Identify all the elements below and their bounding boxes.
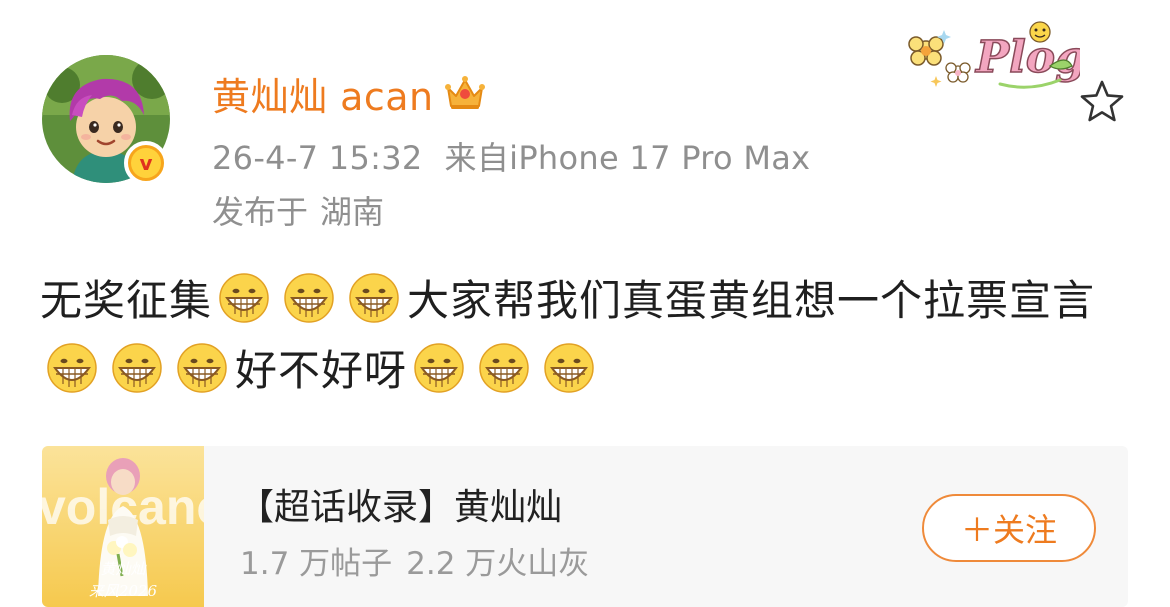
post-text: 无奖征集 大家帮我们真蛋黄组想一个拉票宣言好不好呀 bbox=[40, 266, 1140, 406]
crown-icon[interactable] bbox=[444, 74, 486, 112]
plog-sticker-icon: Plog bbox=[908, 21, 1080, 89]
grinning-emoji-icon bbox=[111, 342, 163, 394]
post-text-segment: 好不好呀 bbox=[235, 346, 408, 395]
post-meta: 26-4-7 15:32 来自iPhone 17 Pro Max bbox=[212, 133, 810, 179]
svg-text:Plog: Plog bbox=[974, 32, 1080, 83]
supertopic-stats: 1.7 万帖子 2.2 万火山灰 bbox=[240, 538, 589, 583]
grinning-emoji-icon bbox=[543, 342, 595, 394]
verified-v-badge-icon: v bbox=[124, 141, 168, 185]
post-location: 发布于 湖南 bbox=[212, 187, 384, 233]
supertopic-thumbnail: volcano 黄灿灿 来风2026 bbox=[42, 446, 204, 607]
thumb-caption-1: 黄灿灿 bbox=[100, 560, 147, 578]
grinning-emoji-icon bbox=[283, 272, 335, 324]
supertopic-title[interactable]: 【超话收录】黄灿灿 bbox=[238, 478, 562, 530]
location-prefix: 发布于 bbox=[212, 193, 309, 231]
supertopic-card[interactable]: volcano 黄灿灿 来风2026 【超话收录】黄灿灿 1.7 万帖子 2.2 … bbox=[42, 446, 1128, 607]
posts-count: 1.7 万帖子 bbox=[240, 546, 393, 582]
grinning-emoji-icon bbox=[413, 342, 465, 394]
grinning-emoji-icon bbox=[218, 272, 270, 324]
post-text-segment: 大家帮我们真蛋黄组想一个拉票宣言 bbox=[407, 276, 1096, 325]
post-timestamp: 26-4-7 15:32 bbox=[212, 139, 423, 177]
author-name-row[interactable]: 黄灿灿 acan bbox=[212, 66, 486, 121]
follow-button[interactable]: ＋关注 bbox=[922, 494, 1096, 562]
thumb-caption-2: 来风2026 bbox=[89, 582, 158, 600]
location-name: 湖南 bbox=[320, 193, 385, 231]
grinning-emoji-icon bbox=[176, 342, 228, 394]
post-text-segment: 无奖征集 bbox=[40, 276, 213, 325]
grinning-emoji-icon bbox=[478, 342, 530, 394]
post-source[interactable]: 来自iPhone 17 Pro Max bbox=[445, 139, 811, 177]
grinning-emoji-icon bbox=[46, 342, 98, 394]
ash-count: 2.2 万火山灰 bbox=[406, 546, 590, 582]
grinning-emoji-icon bbox=[348, 272, 400, 324]
author-name[interactable]: 黄灿灿 acan bbox=[212, 66, 434, 121]
favorite-star-icon[interactable] bbox=[1078, 78, 1126, 124]
